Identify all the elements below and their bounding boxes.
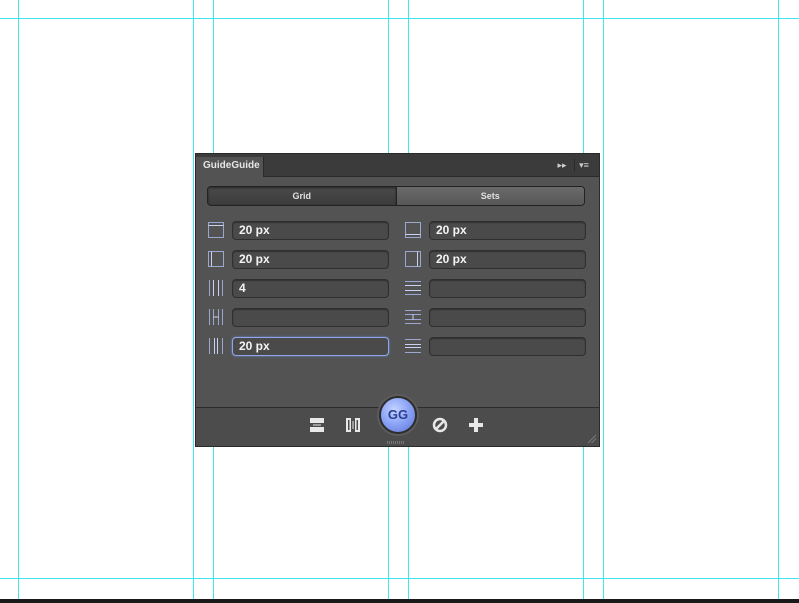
- row-height-field[interactable]: [429, 308, 586, 327]
- margin-bottom-field[interactable]: 20 px: [429, 221, 586, 240]
- margin-top-field[interactable]: 20 px: [232, 221, 389, 240]
- margin-bottom-icon: [405, 222, 421, 238]
- row-gutter-field[interactable]: [429, 337, 586, 356]
- add-guide-icon[interactable]: [467, 416, 485, 434]
- collapse-panel-icon[interactable]: ▸▸: [555, 159, 569, 171]
- rows-icon: [405, 281, 421, 295]
- horizontal-midpoint-icon[interactable]: [308, 416, 326, 434]
- panel-menu-icon[interactable]: ▾≡: [574, 159, 593, 171]
- guideguide-panel: GuideGuide ▸▸ ▾≡ Grid Sets 20 px 20 px 4: [195, 153, 600, 447]
- guide-line-vertical: [193, 0, 194, 603]
- guide-line-vertical: [603, 0, 604, 603]
- guide-line-horizontal: [0, 578, 799, 579]
- tab-sets[interactable]: Sets: [395, 187, 584, 205]
- tab-grid[interactable]: Grid: [208, 187, 396, 205]
- panel-title-tab[interactable]: GuideGuide: [196, 157, 264, 177]
- clear-guides-icon[interactable]: [431, 416, 449, 434]
- margin-top-icon: [208, 222, 224, 238]
- margin-right-field[interactable]: 20 px: [429, 250, 586, 269]
- vertical-midpoint-icon[interactable]: [344, 416, 362, 434]
- column-gutter-icon: [209, 338, 223, 354]
- guide-line-vertical: [778, 0, 779, 603]
- row-height-icon: [405, 310, 421, 324]
- grid-sets-tabs: Grid Sets: [207, 186, 585, 206]
- margin-left-icon: [208, 251, 224, 267]
- column-width-icon: [209, 309, 223, 325]
- row-gutter-icon: [405, 339, 421, 353]
- margin-right-icon: [405, 251, 421, 267]
- rows-count-field[interactable]: [429, 279, 586, 298]
- columns-count-field[interactable]: 4: [232, 279, 389, 298]
- resize-corner-icon[interactable]: [587, 434, 596, 443]
- margin-left-field[interactable]: 20 px: [232, 250, 389, 269]
- resize-grip[interactable]: [387, 441, 405, 444]
- canvas-bottom-edge: [0, 599, 799, 603]
- make-grid-button[interactable]: GG: [379, 396, 417, 434]
- panel-titlebar: GuideGuide ▸▸ ▾≡: [196, 154, 599, 177]
- column-gutter-field[interactable]: 20 px: [232, 337, 389, 356]
- guide-line-vertical: [18, 0, 19, 603]
- column-width-field[interactable]: [232, 308, 389, 327]
- columns-icon: [209, 280, 223, 296]
- guide-line-horizontal: [0, 18, 799, 19]
